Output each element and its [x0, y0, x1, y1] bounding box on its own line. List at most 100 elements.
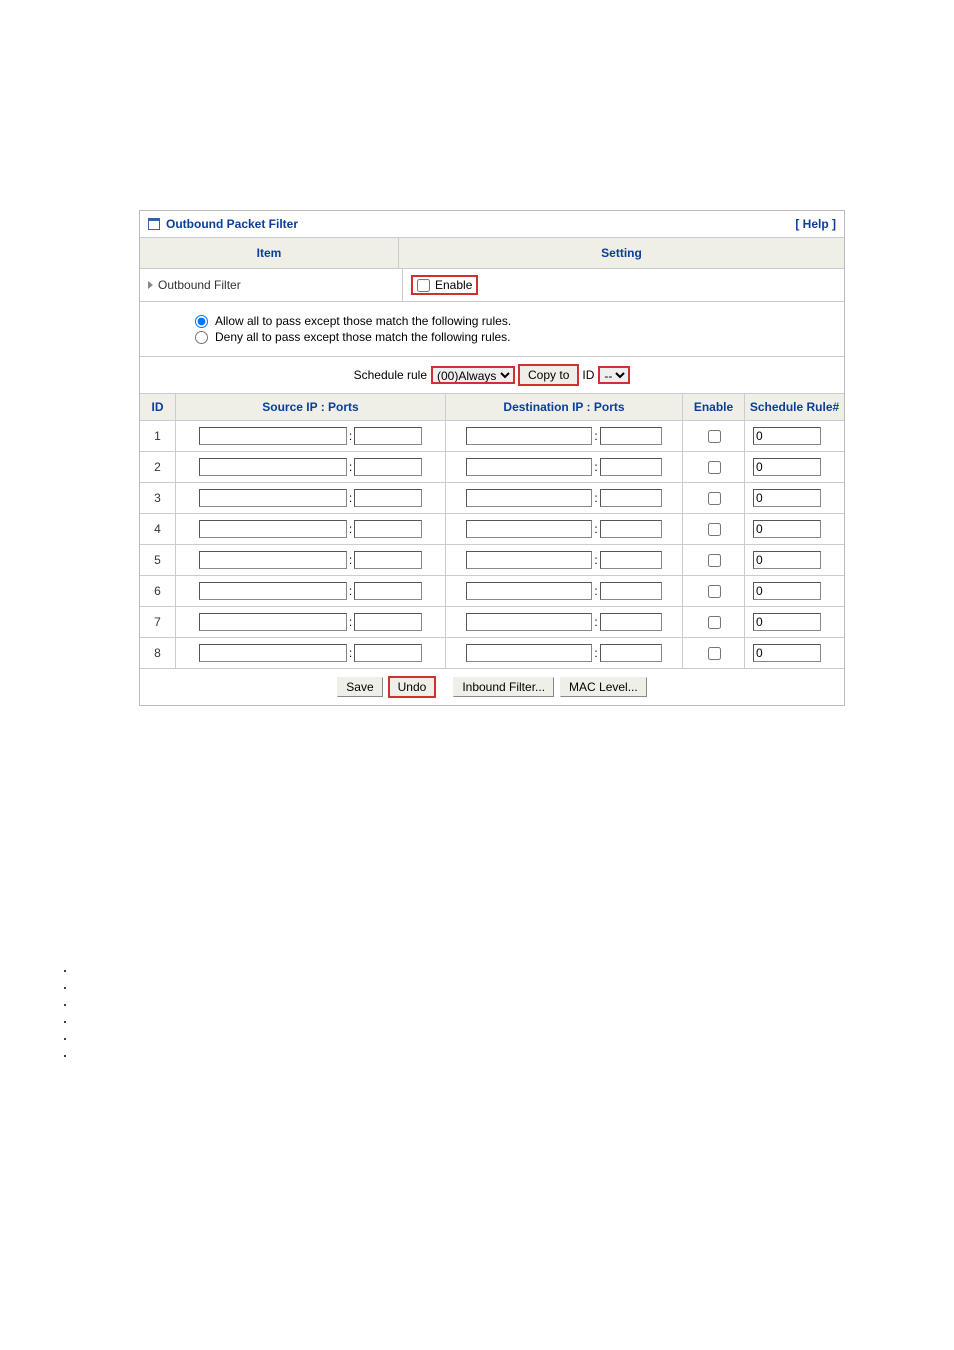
schedule-rule-input[interactable] — [753, 489, 821, 507]
source-ip-input[interactable] — [199, 427, 347, 445]
row-enable-checkbox[interactable] — [708, 430, 721, 443]
row-enable — [683, 483, 745, 513]
schedule-rule-input[interactable] — [753, 613, 821, 631]
source-port-input[interactable] — [354, 489, 422, 507]
schedule-rule-input[interactable] — [753, 551, 821, 569]
outbound-filter-label: Outbound Filter — [158, 278, 241, 292]
colon: : — [349, 491, 352, 505]
row-enable — [683, 514, 745, 544]
enable-highlight-box: Enable — [411, 275, 478, 295]
outbound-filter-panel: Outbound Packet Filter [ Help ] Item Set… — [139, 210, 845, 706]
row-enable-checkbox[interactable] — [708, 616, 721, 629]
schedule-rule-input[interactable] — [753, 582, 821, 600]
table-row: 2:: — [140, 452, 844, 483]
destination-port-input[interactable] — [600, 458, 662, 476]
mac-level-button[interactable]: MAC Level... — [560, 677, 647, 697]
row-enable-checkbox[interactable] — [708, 554, 721, 567]
schedule-rule-input[interactable] — [753, 644, 821, 662]
source-port-input[interactable] — [354, 520, 422, 538]
row-enable-checkbox[interactable] — [708, 523, 721, 536]
source-ip-input[interactable] — [199, 582, 347, 600]
destination-ip-input[interactable] — [466, 551, 592, 569]
destination-ip-input[interactable] — [466, 520, 592, 538]
colon: : — [594, 491, 597, 505]
radio-deny-line: Deny all to pass except those match the … — [195, 330, 836, 344]
copy-to-button[interactable]: Copy to — [519, 365, 578, 385]
copy-to-id-select[interactable]: -- — [598, 366, 630, 384]
table-row: 1:: — [140, 421, 844, 452]
source-ip-input[interactable] — [199, 489, 347, 507]
row-id: 4 — [140, 514, 176, 544]
row-source: : — [176, 452, 446, 482]
source-ip-input[interactable] — [199, 644, 347, 662]
source-ip-input[interactable] — [199, 613, 347, 631]
row-enable-checkbox[interactable] — [708, 585, 721, 598]
schedule-rule-input[interactable] — [753, 427, 821, 445]
row-source: : — [176, 607, 446, 637]
destination-port-input[interactable] — [600, 644, 662, 662]
schedule-rule-input[interactable] — [753, 458, 821, 476]
source-port-input[interactable] — [354, 613, 422, 631]
source-port-input[interactable] — [354, 551, 422, 569]
schedule-rule-select[interactable]: (00)Always — [431, 366, 515, 384]
table-row: 8:: — [140, 638, 844, 669]
list-item — [75, 1051, 954, 1056]
outbound-filter-row: Outbound Filter Enable — [140, 269, 844, 302]
help-link[interactable]: [ Help ] — [795, 217, 836, 231]
source-port-input[interactable] — [354, 458, 422, 476]
list-item — [75, 1000, 954, 1005]
table-row: 4:: — [140, 514, 844, 545]
destination-ip-input[interactable] — [466, 582, 592, 600]
row-rule — [745, 576, 844, 606]
header-row: Item Setting — [140, 238, 844, 269]
radio-allow-line: Allow all to pass except those match the… — [195, 314, 836, 328]
schedule-rule-input[interactable] — [753, 520, 821, 538]
row-enable-checkbox[interactable] — [708, 461, 721, 474]
destination-port-input[interactable] — [600, 582, 662, 600]
colon: : — [349, 553, 352, 567]
destination-port-input[interactable] — [600, 427, 662, 445]
th-rule: Schedule Rule# — [745, 394, 844, 420]
row-id: 3 — [140, 483, 176, 513]
destination-ip-input[interactable] — [466, 458, 592, 476]
row-source: : — [176, 514, 446, 544]
radio-deny[interactable] — [195, 331, 208, 344]
destination-port-input[interactable] — [600, 551, 662, 569]
table-row: 3:: — [140, 483, 844, 514]
destination-port-input[interactable] — [600, 520, 662, 538]
row-destination: : — [446, 452, 683, 482]
row-source: : — [176, 421, 446, 451]
row-enable-checkbox[interactable] — [708, 647, 721, 660]
panel-title: Outbound Packet Filter — [166, 217, 298, 231]
destination-ip-input[interactable] — [466, 427, 592, 445]
enable-checkbox[interactable] — [417, 279, 430, 292]
header-item: Item — [140, 238, 399, 268]
row-enable-checkbox[interactable] — [708, 492, 721, 505]
source-ip-input[interactable] — [199, 551, 347, 569]
row-source: : — [176, 576, 446, 606]
radio-allow[interactable] — [195, 315, 208, 328]
th-source: Source IP : Ports — [176, 394, 446, 420]
row-destination: : — [446, 576, 683, 606]
source-port-input[interactable] — [354, 644, 422, 662]
source-ip-input[interactable] — [199, 520, 347, 538]
source-port-input[interactable] — [354, 427, 422, 445]
row-id: 2 — [140, 452, 176, 482]
source-port-input[interactable] — [354, 582, 422, 600]
destination-port-input[interactable] — [600, 489, 662, 507]
destination-port-input[interactable] — [600, 613, 662, 631]
colon: : — [349, 615, 352, 629]
destination-ip-input[interactable] — [466, 489, 592, 507]
radio-allow-label: Allow all to pass except those match the… — [215, 314, 511, 328]
th-destination: Destination IP : Ports — [446, 394, 683, 420]
destination-ip-input[interactable] — [466, 613, 592, 631]
destination-ip-input[interactable] — [466, 644, 592, 662]
undo-button[interactable]: Undo — [389, 677, 436, 697]
row-id: 1 — [140, 421, 176, 451]
colon: : — [349, 646, 352, 660]
save-button[interactable]: Save — [337, 677, 382, 697]
schedule-row: Schedule rule (00)Always Copy to ID -- — [140, 357, 844, 394]
source-ip-input[interactable] — [199, 458, 347, 476]
inbound-filter-button[interactable]: Inbound Filter... — [453, 677, 554, 697]
filter-mode-row: Allow all to pass except those match the… — [140, 302, 844, 357]
